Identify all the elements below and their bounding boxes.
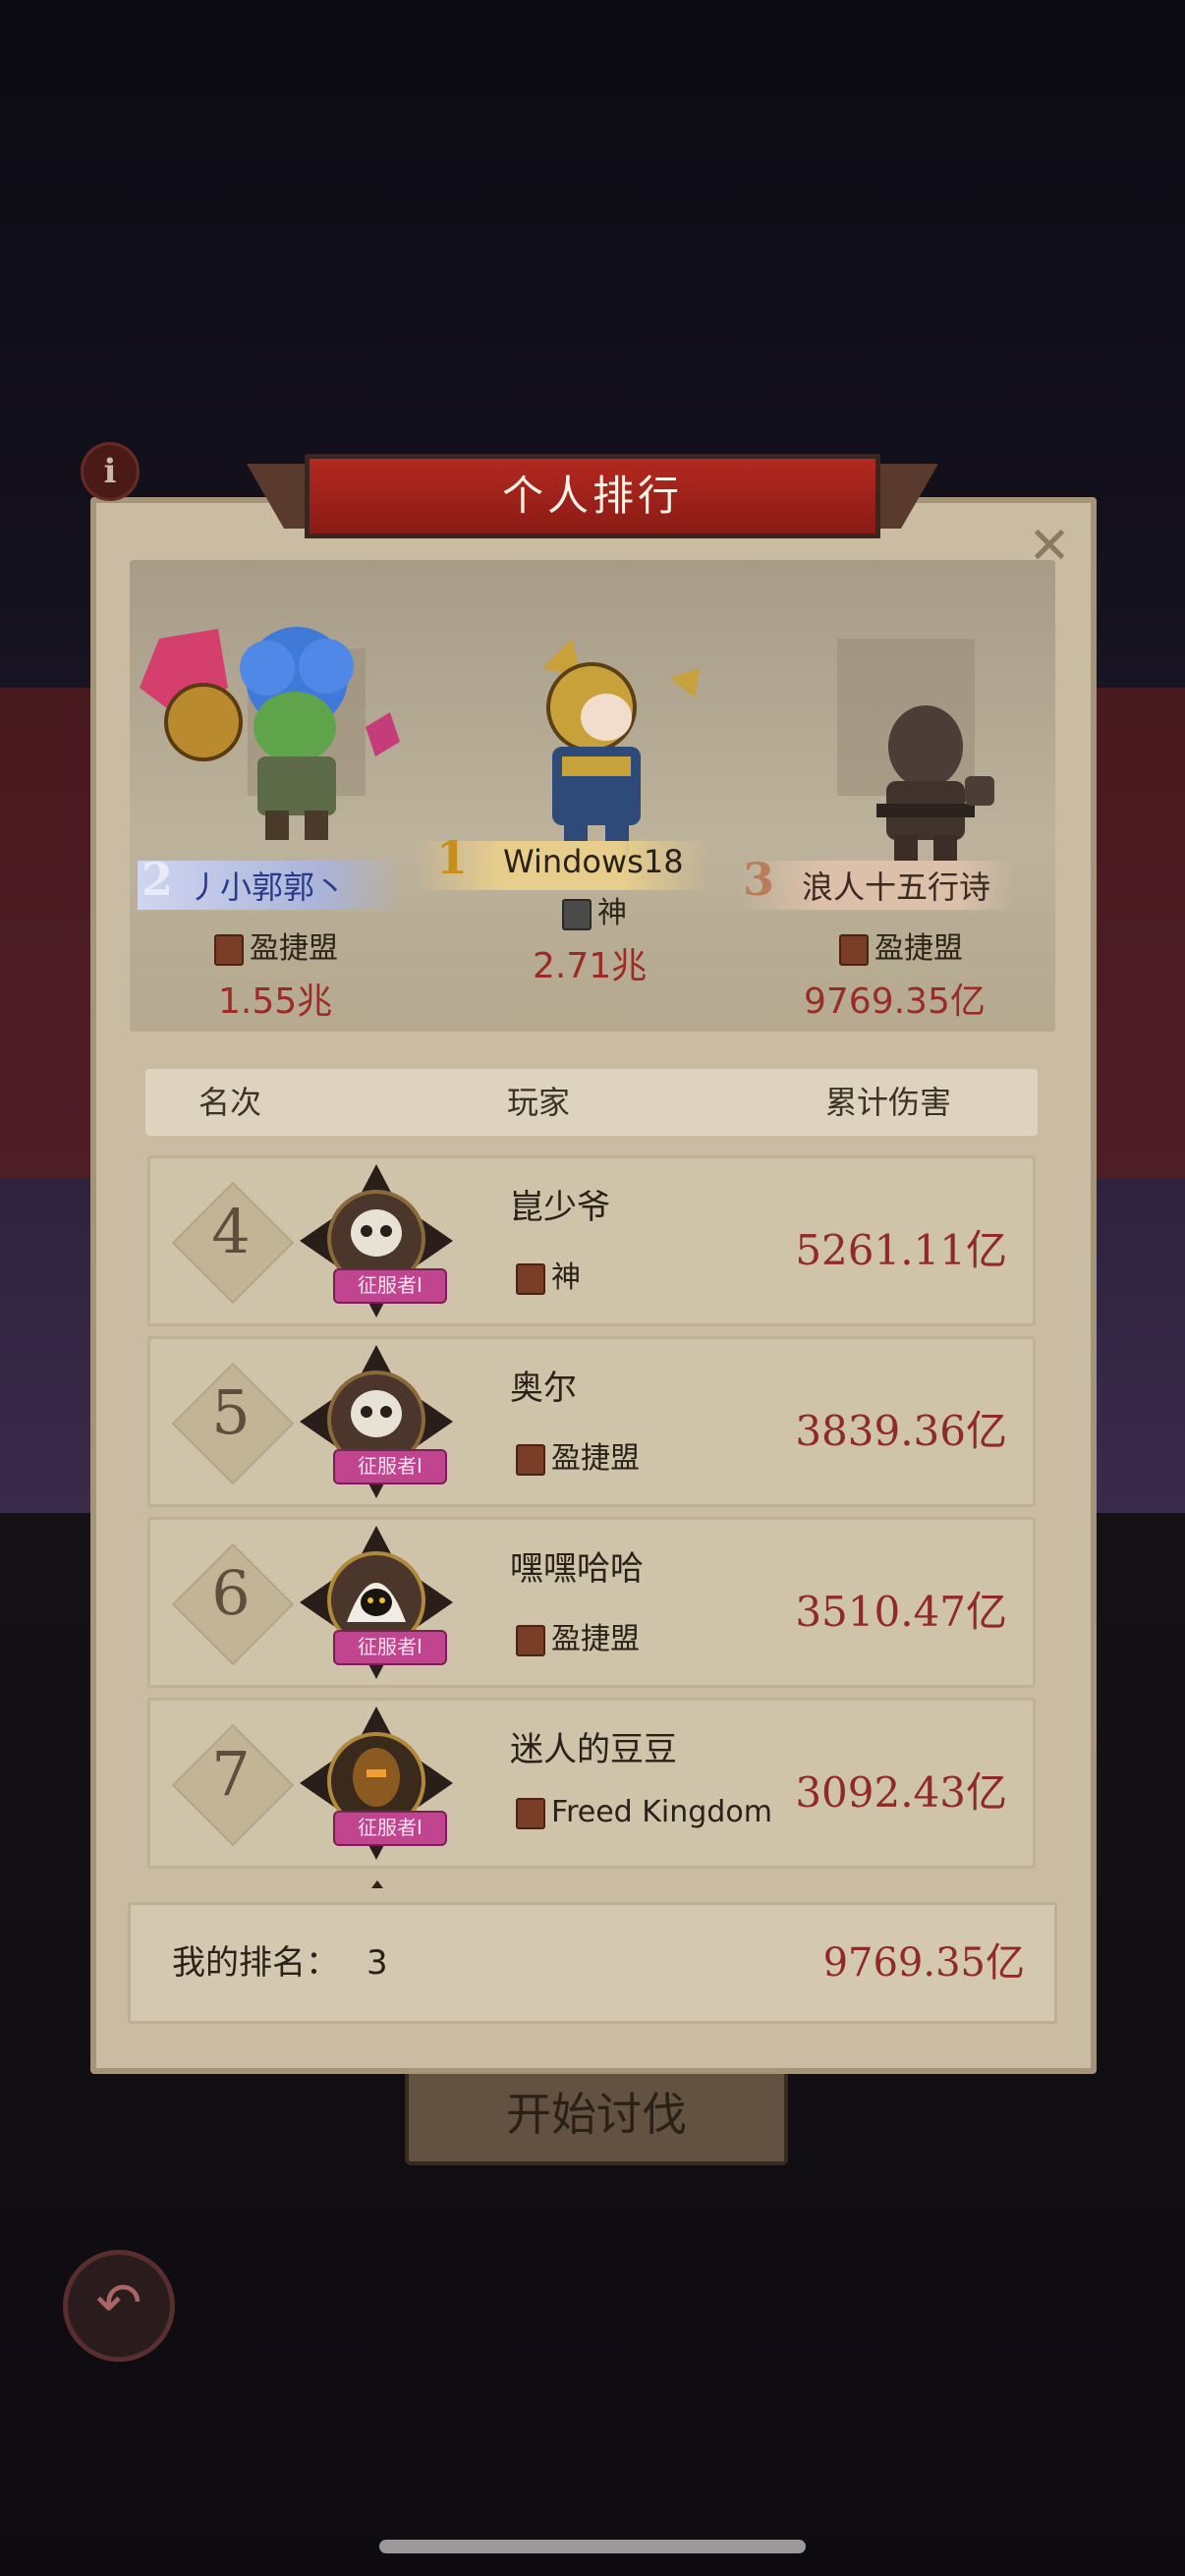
rank1-player-name[interactable]: Windows18 [503,843,684,880]
home-indicator[interactable] [379,2540,806,2553]
title-badge: 征服者I [333,1630,447,1665]
guild-badge-icon [516,1443,545,1476]
page-title: 个人排行 [305,454,880,538]
ranking-row[interactable]: 4 征服者I 崑少爷 神 5261.11亿 [147,1155,1036,1326]
header-player: 玩家 [507,1084,571,1121]
rank2-number: 2 [141,853,174,906]
player-guild-name: 盈捷盟 [551,1622,640,1656]
skull-badge-icon [562,898,592,930]
row-rank: 7 [211,1738,251,1810]
player-damage: 3092.43亿 [795,1768,1007,1817]
rank2-character[interactable] [130,609,415,845]
player-guild: 盈捷盟 [516,1433,640,1477]
title-badge: 征服者I [333,1449,447,1484]
header-rank: 名次 [198,1084,262,1121]
guild-badge-icon [839,933,869,966]
back-icon[interactable]: ↶ [63,2250,175,2362]
row-rank: 4 [211,1196,251,1267]
rank2-guild: 盈捷盟 [214,924,338,967]
rank3-player-name[interactable]: 浪人十五行诗 [802,863,990,908]
rank1-character[interactable] [474,639,729,865]
right-decoration [1095,688,1185,1179]
player-guild: 盈捷盟 [516,1614,640,1657]
table-header: 名次 玩家 累计伤害 [145,1069,1038,1136]
start-crusade-button[interactable]: 开始讨伐 [405,2063,788,2165]
player-damage: 3510.47亿 [795,1588,1007,1636]
player-guild: Freed Kingdom [516,1795,772,1829]
player-name: 嘿嘿哈哈 [510,1549,644,1589]
player-guild-name: Freed Kingdom [551,1795,772,1829]
left-decoration [0,688,90,1179]
player-damage: 3839.36亿 [795,1407,1007,1455]
rank3-number: 3 [743,853,775,906]
info-icon[interactable]: i [81,442,140,501]
rank1-guild-name: 神 [597,896,627,930]
player-name: 崑少爷 [510,1188,610,1227]
player-name: 奥尔 [510,1369,577,1408]
title-badge: 征服者I [333,1268,447,1304]
rank3-character[interactable] [818,698,1014,874]
guild-badge-icon [516,1262,545,1295]
title-badge: 征服者I [333,1811,447,1846]
rank2-guild-name: 盈捷盟 [250,931,338,966]
my-rank-damage: 9769.35亿 [822,1940,1025,1986]
guild-badge-icon [516,1624,545,1656]
player-name: 迷人的豆豆 [510,1730,677,1769]
scroll-up-arrow-icon[interactable] [371,1880,383,1888]
player-guild-name: 神 [551,1260,581,1295]
player-guild-name: 盈捷盟 [551,1441,640,1476]
row-rank: 5 [211,1376,251,1448]
my-rank-label: 我的排名： [172,1943,339,1983]
rank3-guild-name: 盈捷盟 [875,931,963,966]
rank2-player-name[interactable]: 丿小郭郭丶 [189,863,346,908]
guild-badge-icon [516,1797,545,1829]
ranking-row[interactable]: 5 征服者I 奥尔 盈捷盟 3839.36亿 [147,1336,1036,1507]
rank1-damage: 2.71兆 [533,946,648,986]
ranking-row[interactable]: 6 征服者I 嘿嘿哈哈 盈捷盟 3510.47亿 [147,1517,1036,1688]
ranking-row[interactable]: 7 征服者I 迷人的豆豆 Freed Kingdom 3092.43亿 [147,1698,1036,1869]
top3-podium: 2 丿小郭郭丶 盈捷盟 1.55兆 1 Windows18 神 2.71兆 3 … [130,560,1055,1032]
my-rank-bar: 我的排名： 3 9769.35亿 [128,1902,1057,2024]
player-damage: 5261.11亿 [795,1226,1007,1274]
rank1-number: 1 [436,831,469,884]
header-damage: 累计伤害 [825,1084,952,1121]
rank3-guild: 盈捷盟 [839,924,963,967]
rank2-damage: 1.55兆 [218,981,333,1022]
guild-badge-icon [214,933,244,966]
rank3-damage: 9769.35亿 [804,981,986,1022]
rank1-guild: 神 [562,888,627,931]
my-rank-value: 3 [367,1943,388,1983]
player-guild: 神 [516,1253,581,1296]
row-rank: 6 [211,1557,251,1629]
